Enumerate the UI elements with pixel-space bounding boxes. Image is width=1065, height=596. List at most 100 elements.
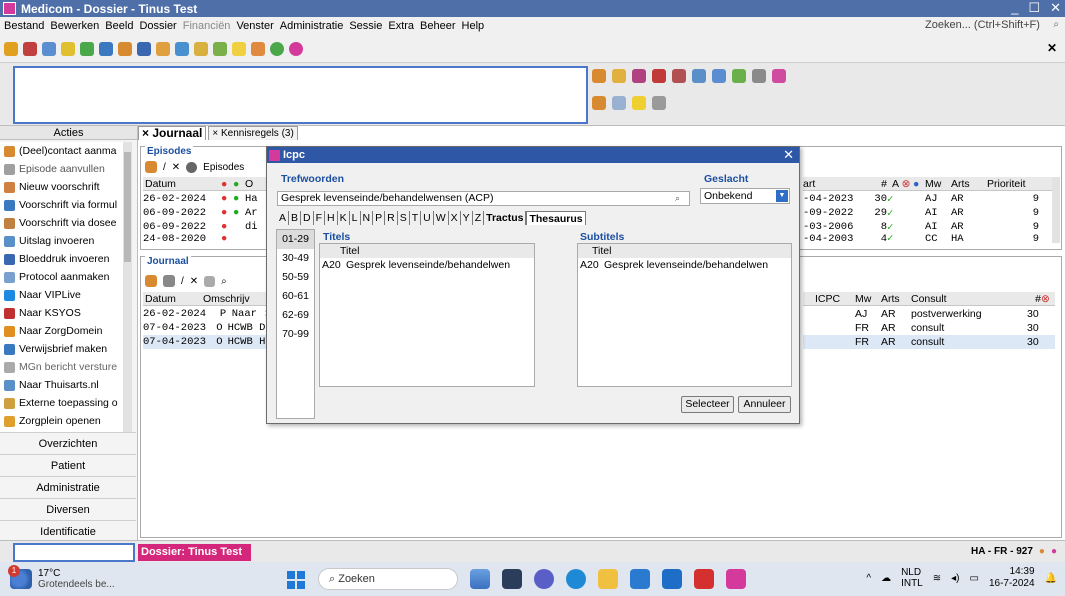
- sticky-note-icon[interactable]: [632, 96, 646, 110]
- widgets-icon[interactable]: [470, 569, 490, 589]
- tab-letter-u[interactable]: U: [421, 211, 434, 225]
- episode-icon[interactable]: [23, 41, 37, 56]
- calendar-icon[interactable]: [42, 41, 56, 56]
- range-item[interactable]: 30-49: [277, 249, 314, 268]
- refresh-icon[interactable]: [80, 41, 94, 56]
- table-row[interactable]: -03-2006 8 ✓ AI AR 9: [803, 220, 1055, 234]
- notifications-icon[interactable]: 🔔: [1045, 573, 1057, 584]
- grid-icon[interactable]: [204, 275, 216, 287]
- plugin-icon[interactable]: [289, 41, 303, 56]
- tab-kennisregels[interactable]: × Kennisregels (3): [208, 126, 298, 140]
- wifi-icon[interactable]: ≋: [933, 573, 941, 584]
- battery-icon[interactable]: ▭: [970, 573, 979, 584]
- circle-icon[interactable]: [186, 161, 198, 173]
- table-row[interactable]: FR AR consult 30: [803, 335, 1055, 349]
- tag-icon[interactable]: [163, 275, 175, 287]
- windows-start-icon[interactable]: [287, 571, 305, 589]
- close-toolbar-icon[interactable]: ✕: [1047, 41, 1057, 55]
- tab-letter-y[interactable]: Y: [461, 211, 473, 225]
- allergy-icon[interactable]: [592, 69, 606, 83]
- sidebar-item-new-prescription[interactable]: Nieuw voorschrift: [0, 178, 132, 196]
- sidebar-item-zorgplein[interactable]: Zorgplein openen: [0, 412, 132, 430]
- search-icon[interactable]: ⌕: [221, 276, 227, 287]
- sidebar-item-prescription-form[interactable]: Voorschrift via formul: [0, 196, 132, 214]
- sidebar-item-result[interactable]: Uitslag invoeren: [0, 232, 132, 250]
- episodes-scrollbar[interactable]: [1052, 177, 1060, 243]
- sidebar-item-thuisarts[interactable]: Naar Thuisarts.nl: [0, 376, 132, 394]
- sidebar-item-ksyos[interactable]: Naar KSYOS: [0, 304, 132, 322]
- table-row[interactable]: FR AR consult 30: [803, 321, 1055, 335]
- edit-icon[interactable]: /: [181, 276, 184, 287]
- alert-icon[interactable]: ●: [1051, 546, 1057, 557]
- bulb-icon[interactable]: [232, 41, 246, 56]
- list-item[interactable]: A20 Gesprek levenseinde/behandelwen: [578, 258, 791, 272]
- global-search-input[interactable]: Zoeken... (Ctrl+Shift+F): [925, 19, 1045, 31]
- sidebar-scrollbar[interactable]: [123, 142, 132, 432]
- dialog-close-button[interactable]: ✕: [783, 147, 794, 163]
- tab-letter-k[interactable]: K: [338, 211, 350, 225]
- tab-letter-b[interactable]: B: [289, 211, 302, 225]
- sidebar-item-episode[interactable]: Episode aanvullen: [0, 160, 132, 178]
- star-icon[interactable]: [772, 69, 786, 83]
- table-row[interactable]: 07-04-2023 O HCWB DI: [143, 321, 269, 335]
- sidebar-item-external[interactable]: Externe toepassing o: [0, 394, 132, 412]
- menu-help[interactable]: Help: [462, 20, 485, 32]
- minimize-button[interactable]: _: [1011, 0, 1018, 16]
- section-administratie[interactable]: Administratie: [0, 476, 136, 498]
- table-row[interactable]: 24-08-2020 ●: [143, 234, 269, 243]
- table-row[interactable]: 26-02-2024 P Naar :: [143, 307, 269, 321]
- table-row[interactable]: -04-2003 4 ✓ CC HA 9: [803, 234, 1055, 243]
- list-item[interactable]: A20 Gesprek levenseinde/behandelwen: [320, 258, 534, 272]
- find-icon[interactable]: [612, 96, 626, 110]
- section-diversen[interactable]: Diversen: [0, 498, 136, 520]
- social-icon[interactable]: [692, 69, 706, 83]
- tab-letter-r[interactable]: R: [385, 211, 398, 225]
- chart-icon[interactable]: [175, 41, 189, 56]
- table-row[interactable]: 07-04-2023 O HCWB Ha: [143, 335, 269, 349]
- add-entry-icon[interactable]: [145, 275, 157, 287]
- tab-journaal[interactable]: × Journaal: [138, 126, 207, 140]
- geslacht-select[interactable]: Onbekend ▼: [700, 188, 790, 204]
- table-row[interactable]: -09-2022 29 ✓ AI AR 9: [803, 206, 1055, 220]
- sidebar-item-mgn[interactable]: MGn bericht versture: [0, 358, 132, 376]
- prescription-icon[interactable]: [61, 41, 75, 56]
- episodes-filter-label[interactable]: Episodes: [203, 162, 244, 173]
- trefwoorden-input[interactable]: Gesprek levenseinde/behandelwensen (ACP): [277, 191, 690, 206]
- notes-icon[interactable]: [194, 41, 208, 56]
- taskview-icon[interactable]: [502, 569, 522, 589]
- table-row[interactable]: 06-09-2022 ● di: [143, 220, 269, 234]
- menu-bestand[interactable]: Bestand: [4, 20, 44, 32]
- person-icon[interactable]: [156, 41, 170, 56]
- family-icon[interactable]: [672, 69, 686, 83]
- maximize-button[interactable]: ☐: [1028, 0, 1040, 16]
- delete-icon[interactable]: ✕: [172, 162, 180, 173]
- volume-icon[interactable]: ◂): [951, 573, 959, 584]
- cancel-button[interactable]: Annuleer: [738, 396, 791, 413]
- table-row[interactable]: AJ AR postverwerking 30: [803, 307, 1055, 321]
- section-identificatie[interactable]: Identificatie: [0, 520, 136, 542]
- menu-beheer[interactable]: Beheer: [420, 20, 455, 32]
- delete-icon[interactable]: ✕: [190, 276, 198, 287]
- dna-icon[interactable]: [732, 69, 746, 83]
- cloud-icon[interactable]: ☁: [881, 573, 891, 584]
- users-icon[interactable]: [137, 41, 151, 56]
- tab-letter-d[interactable]: D: [301, 211, 314, 225]
- tab-letter-z[interactable]: Z: [473, 211, 485, 225]
- language-code[interactable]: NLD: [901, 567, 923, 578]
- sidebar-item-bloodpressure[interactable]: Bloeddruk invoeren: [0, 250, 132, 268]
- sidebar-item-zorgdomein[interactable]: Naar ZorgDomein: [0, 322, 132, 340]
- app-red-icon[interactable]: [694, 569, 714, 589]
- sidebar-item-referral[interactable]: Verwijsbrief maken: [0, 340, 132, 358]
- chat-icon[interactable]: [652, 96, 666, 110]
- sidebar-item-viplive[interactable]: Naar VIPLive: [0, 286, 132, 304]
- sidebar-item-protocol[interactable]: Protocol aanmaken: [0, 268, 132, 286]
- sidebar-item-contact[interactable]: (Deel)contact aanma: [0, 142, 132, 160]
- menu-bewerken[interactable]: Bewerken: [50, 20, 99, 32]
- help-icon[interactable]: [270, 41, 284, 56]
- tab-letter-x[interactable]: X: [449, 211, 461, 225]
- menu-dossier[interactable]: Dossier: [139, 20, 176, 32]
- tab-tractus[interactable]: Tractus: [484, 211, 527, 225]
- flag-icon[interactable]: ●: [1039, 546, 1045, 557]
- sidebar-item-prescription-dose[interactable]: Voorschrift via dosee: [0, 214, 132, 232]
- store-icon[interactable]: [630, 569, 650, 589]
